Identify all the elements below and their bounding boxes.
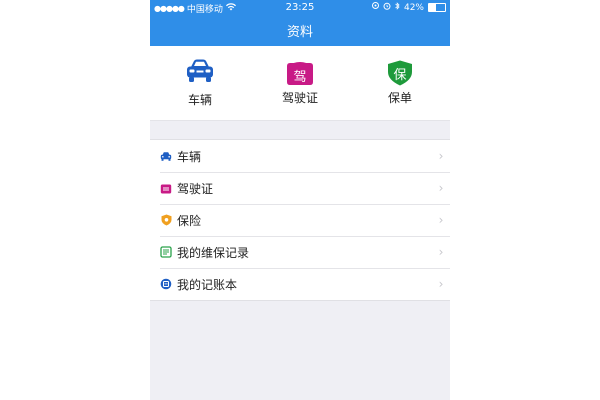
status-bar: ●●●●● 中国移动 23:25 42%: [150, 0, 450, 15]
chevron-right-icon: ›: [438, 245, 444, 259]
list-item-label: 车辆: [177, 149, 202, 164]
list-item-vehicle[interactable]: 车辆 ›: [150, 140, 450, 172]
info-list: 车辆 › 驾驶证 › 保险 › 我的维保记录 › 我的记账本 ›: [150, 139, 450, 301]
list-item-label: 保险: [177, 213, 202, 228]
grid-item-policy[interactable]: 保 保单: [350, 46, 450, 120]
list-item-license[interactable]: 驾驶证 ›: [150, 172, 450, 204]
ledger-icon: [160, 278, 172, 290]
chevron-right-icon: ›: [438, 277, 444, 291]
chevron-right-icon: ›: [438, 213, 444, 227]
car-icon: [160, 150, 172, 162]
shield-icon: 保: [386, 60, 414, 86]
license-icon: [160, 182, 172, 194]
page-title: 资料: [286, 25, 313, 40]
list-item-label: 我的记账本: [177, 277, 238, 292]
grid-item-license[interactable]: 驾 驾驶证: [250, 46, 350, 120]
location-icon: [371, 2, 379, 13]
grid-item-vehicle[interactable]: 车辆: [150, 46, 250, 120]
battery-percent: 42%: [403, 2, 424, 13]
list-item-label: 驾驶证: [177, 181, 214, 196]
list-item-label: 我的维保记录: [177, 245, 250, 260]
car-icon: [185, 58, 215, 88]
maintenance-record-icon: [160, 246, 172, 258]
insurance-icon: [160, 214, 172, 226]
nav-bar: 资料: [150, 15, 450, 46]
phone-screen: ●●●●● 中国移动 23:25 42% 资料 车辆 驾 驾驶证 保 保单 车辆…: [150, 0, 450, 400]
chevron-right-icon: ›: [438, 149, 444, 163]
license-icon: 驾: [285, 60, 315, 86]
bluetooth-icon: [395, 2, 400, 13]
alarm-icon: [383, 2, 391, 13]
battery-icon: [428, 3, 446, 12]
chevron-right-icon: ›: [438, 181, 444, 195]
list-item-insurance[interactable]: 保险 ›: [150, 204, 450, 236]
grid-item-label: 车辆: [187, 93, 212, 107]
license-glyph: 驾: [293, 70, 307, 85]
quick-access-grid: 车辆 驾 驾驶证 保 保单: [150, 46, 450, 121]
grid-item-label: 保单: [387, 91, 412, 105]
list-item-maintenance[interactable]: 我的维保记录 ›: [150, 236, 450, 268]
grid-item-label: 驾驶证: [281, 91, 318, 105]
policy-glyph: 保: [393, 68, 407, 83]
list-item-ledger[interactable]: 我的记账本 ›: [150, 268, 450, 300]
